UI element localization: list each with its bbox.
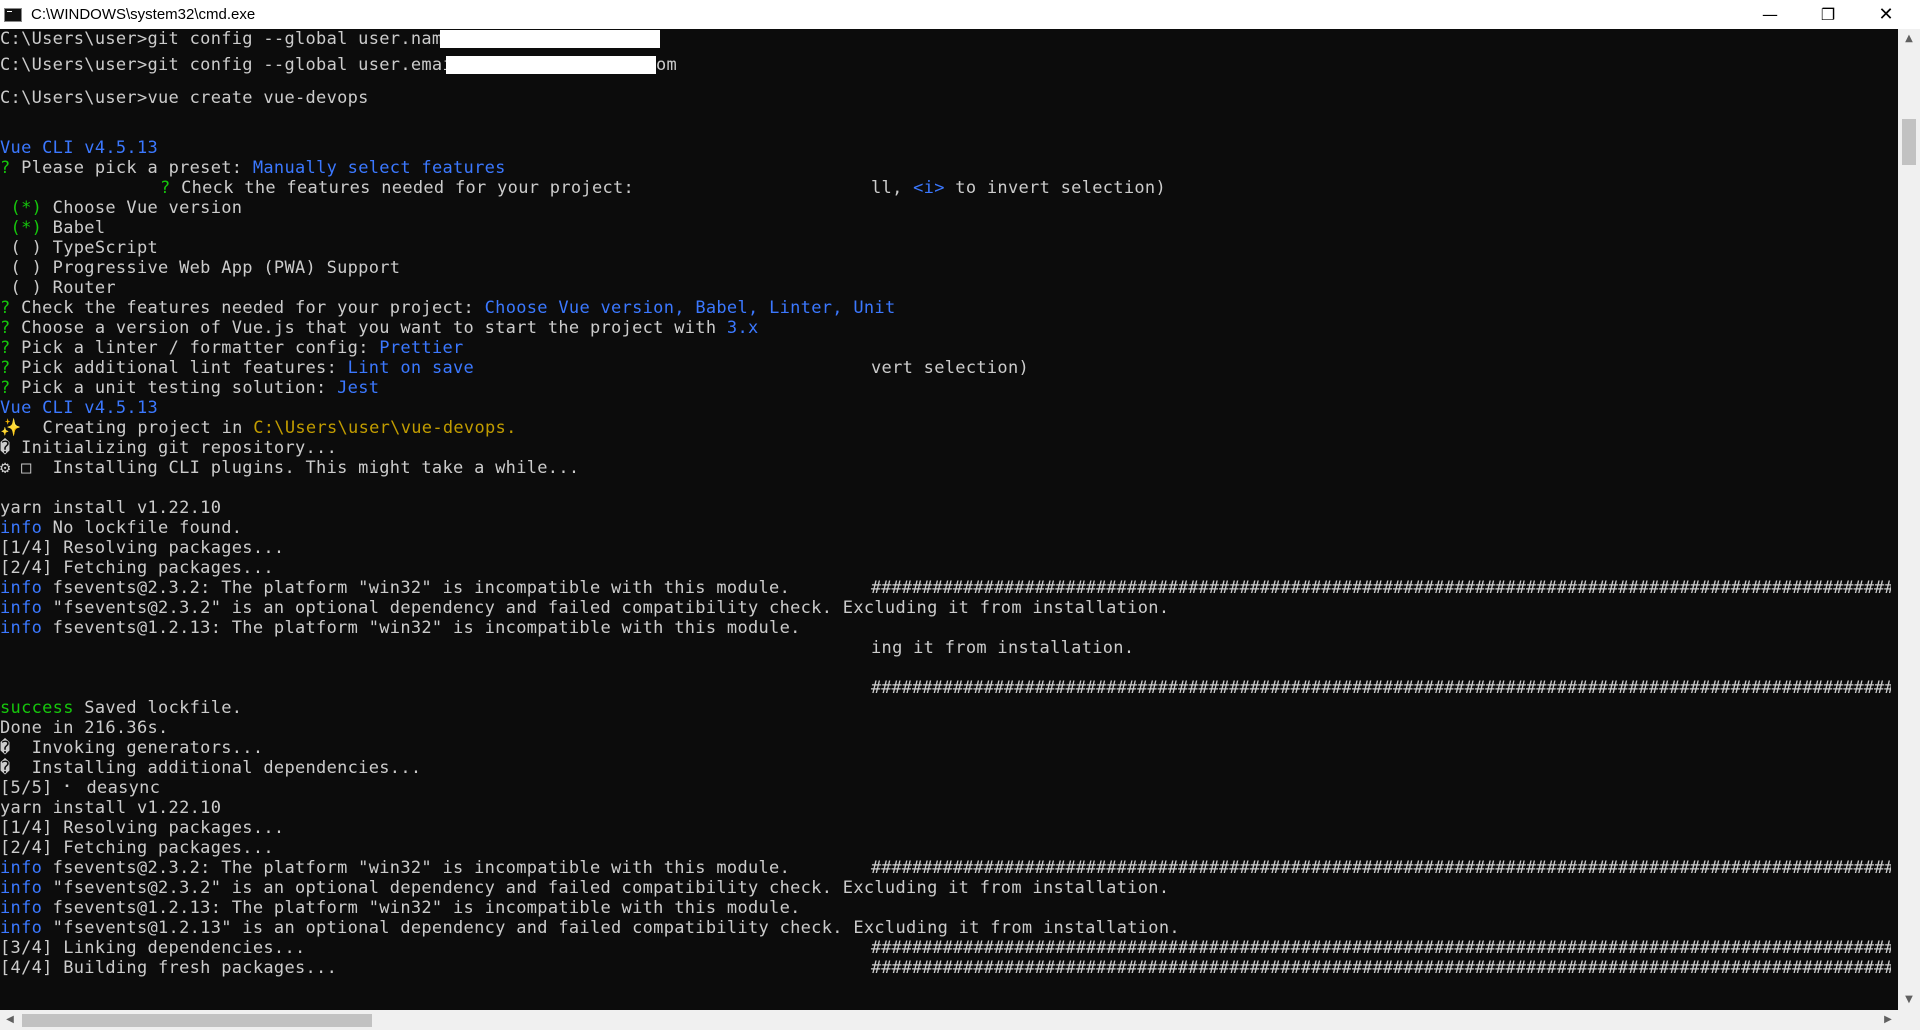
console-line: [1/4] Resolving packages...	[0, 818, 285, 838]
console-line: yarn install v1.22.10	[0, 498, 222, 518]
close-icon: ✕	[1878, 4, 1894, 25]
console-line: om	[656, 55, 678, 75]
console-line: vert selection)	[871, 358, 1030, 378]
console-line: C:\Users\user>git config --global user.n…	[0, 29, 464, 49]
console-line: Done in 216.36s.	[0, 718, 169, 738]
console-line: ? Check the features needed for your pro…	[160, 178, 645, 198]
console-line: info fsevents@1.2.13: The platform "win3…	[0, 898, 801, 918]
vertical-scroll-thumb[interactable]	[1902, 119, 1916, 165]
console-line: ? Check the features needed for your pro…	[0, 298, 896, 318]
console-line: [2/4] Fetching packages...	[0, 558, 274, 578]
console-line: Vue CLI v4.5.13	[0, 138, 159, 158]
progress-hashes: ########################################…	[871, 858, 1891, 878]
console-line: yarn install v1.22.10	[0, 798, 222, 818]
console-line: � Installing additional dependencies...	[0, 758, 422, 778]
close-button[interactable]: ✕	[1857, 0, 1915, 29]
console-line: ? Pick a linter / formatter config: Pret…	[0, 338, 464, 358]
console-line: ( ) Progressive Web App (PWA) Support	[0, 258, 401, 278]
console-line: � Initializing git repository...	[0, 438, 338, 458]
console-line: � Invoking generators...	[0, 738, 264, 758]
progress-hashes: ########################################…	[871, 678, 1891, 698]
horizontal-scroll-thumb[interactable]	[22, 1014, 372, 1027]
console-line: ll, <i> to invert selection)	[871, 178, 1166, 198]
restore-icon: ❐	[1820, 5, 1836, 24]
scrollbar-corner	[1898, 1010, 1920, 1030]
console-line: info "fsevents@2.3.2" is an optional dep…	[0, 598, 1170, 618]
console-line: [4/4] Building fresh packages...	[0, 958, 338, 978]
console-line: [1/4] Resolving packages...	[0, 538, 285, 558]
scroll-down-icon[interactable]: ▼	[1898, 990, 1920, 1010]
console-line: [5/5] ⠂ deasync	[0, 778, 161, 798]
scroll-right-icon[interactable]: ▶	[1878, 1010, 1898, 1030]
console-line: info "fsevents@1.2.13" is an optional de…	[0, 918, 1180, 938]
scroll-left-icon[interactable]: ◀	[0, 1010, 20, 1030]
vertical-scrollbar[interactable]: ▲ ▼	[1898, 29, 1920, 1010]
redacted-email	[446, 56, 656, 74]
console-line: (*) Babel	[0, 218, 106, 238]
window-title: C:\WINDOWS\system32\cmd.exe	[31, 6, 256, 23]
console-line: ? Pick additional lint features: Lint on…	[0, 358, 475, 378]
console-line: ? Choose a version of Vue.js that you wa…	[0, 318, 759, 338]
console-line: ( ) TypeScript	[0, 238, 159, 258]
console-line: info "fsevents@2.3.2" is an optional dep…	[0, 878, 1170, 898]
console-line: info fsevents@2.3.2: The platform "win32…	[0, 578, 791, 598]
console-line: [3/4] Linking dependencies...	[0, 938, 306, 958]
console-line: Vue CLI v4.5.13	[0, 398, 159, 418]
title-bar: C:\WINDOWS\system32\cmd.exe — ❐ ✕	[0, 0, 1920, 29]
horizontal-scrollbar[interactable]: ◀ ▶	[0, 1010, 1898, 1030]
console-line: success Saved lockfile.	[0, 698, 243, 718]
progress-hashes: ########################################…	[871, 578, 1891, 598]
console-line: C:\Users\user>vue create vue-devops	[0, 88, 369, 108]
console-line: info fsevents@2.3.2: The platform "win32…	[0, 858, 791, 878]
console-line: (*) Choose Vue version	[0, 198, 243, 218]
console-line: info fsevents@1.2.13: The platform "win3…	[0, 618, 801, 638]
console-line: ing it from installation.	[871, 638, 1135, 658]
cmd-icon[interactable]	[4, 7, 22, 22]
console-line: info No lockfile found.	[0, 518, 243, 538]
console-line: ⚙ □ Installing CLI plugins. This might t…	[0, 458, 580, 478]
redacted-username	[440, 30, 660, 48]
restore-button[interactable]: ❐	[1799, 0, 1857, 29]
minimize-icon: —	[1762, 5, 1778, 24]
progress-hashes: ########################################…	[871, 958, 1891, 978]
console-line: C:\Users\user>git config --global user.e…	[0, 55, 475, 75]
console-line: ( ) Router	[0, 278, 116, 298]
console-line: ? Please pick a preset: Manually select …	[0, 158, 506, 178]
scroll-up-icon[interactable]: ▲	[1898, 29, 1920, 49]
console-line: [2/4] Fetching packages...	[0, 838, 274, 858]
console-line: ✨ Creating project in C:\Users\user\vue-…	[0, 418, 517, 438]
minimize-button[interactable]: —	[1741, 0, 1799, 29]
console-output[interactable]: C:\Users\user>git config --global user.n…	[0, 29, 1898, 1010]
console-line: ? Pick a unit testing solution: Jest	[0, 378, 380, 398]
progress-hashes: ########################################…	[871, 938, 1891, 958]
